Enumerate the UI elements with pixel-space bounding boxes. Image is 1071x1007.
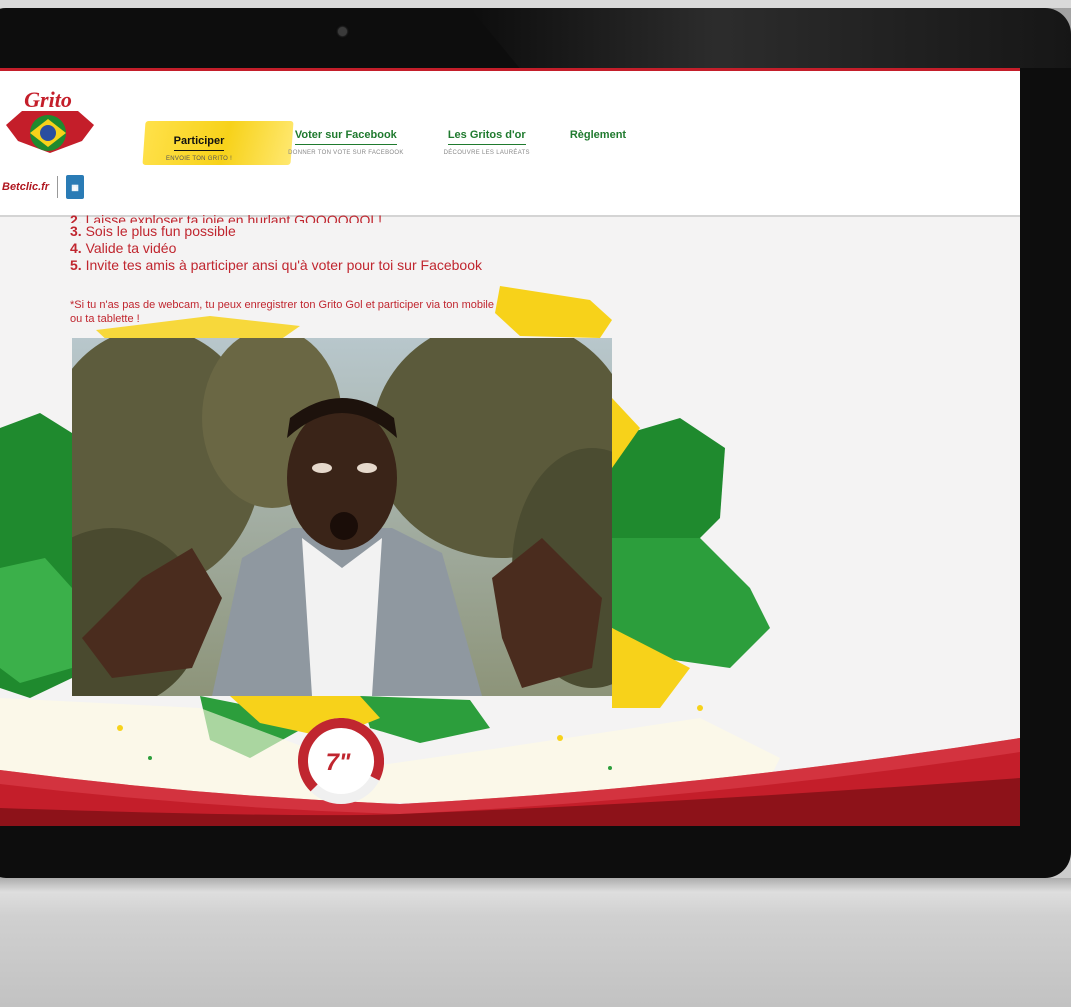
- webcam-dot: [338, 27, 347, 36]
- main-nav: Participer ENVOIE TON GRITO ! Voter sur …: [150, 125, 666, 170]
- timer-value: 7": [326, 749, 351, 776]
- brand-separator: [57, 176, 59, 198]
- grito-logo[interactable]: Grito: [0, 81, 100, 171]
- nav-label: Règlement: [569, 129, 627, 141]
- stand-shadow: [0, 878, 1071, 892]
- nav-label: Participer: [173, 135, 225, 151]
- nav-sub: DÉCOUVRE LES LAURÉATS: [443, 150, 530, 156]
- partner-logos: Betclic.fr ▦: [2, 175, 85, 199]
- nav-participer[interactable]: Participer ENVOIE TON GRITO !: [150, 125, 248, 170]
- nav-label: Les Gritos d'or: [447, 129, 526, 145]
- video-still-image: [72, 338, 612, 696]
- nav-voter-facebook[interactable]: Voter sur Facebook DONNER TON VOTE SUR F…: [288, 125, 404, 156]
- site-header: Grito Betclic.fr ▦ Participer ENVOIE TON…: [0, 71, 1020, 217]
- step-item: 4. Valide ta vidéo: [70, 240, 177, 256]
- monitor-stand-surface: [0, 878, 1071, 1007]
- video-preview[interactable]: [72, 338, 612, 696]
- logo-text: Grito: [24, 87, 72, 112]
- nav-sub: DONNER TON VOTE SUR FACEBOOK: [288, 150, 404, 156]
- nav-sub: ENVOIE TON GRITO !: [166, 156, 233, 162]
- webcam-note: *Si tu n'as pas de webcam, tu peux enreg…: [70, 299, 494, 325]
- screen: 7" Grito Betclic.fr ▦ Participer ENVOIE …: [0, 68, 1020, 826]
- countdown-timer: 7": [298, 718, 384, 804]
- nav-label: Voter sur Facebook: [294, 129, 397, 145]
- nav-reglement[interactable]: Règlement: [570, 125, 626, 144]
- footer-swoosh: [0, 738, 1020, 826]
- bezel-glare: [470, 8, 1071, 68]
- steps-list: 2. Laisse exploser ta joie en hurlant GO…: [70, 212, 483, 274]
- sponsor-logo-icon[interactable]: ▦: [66, 175, 85, 199]
- step-item: 2. Laisse exploser ta joie en hurlant GO…: [70, 212, 383, 223]
- step-item: 3. Sois le plus fun possible: [70, 223, 236, 239]
- nav-gritos-dor[interactable]: Les Gritos d'or DÉCOUVRE LES LAURÉATS: [444, 125, 530, 156]
- betclic-logo[interactable]: Betclic.fr: [2, 181, 49, 193]
- step-item: 5. Invite tes amis à participer ansi qu'…: [70, 257, 483, 273]
